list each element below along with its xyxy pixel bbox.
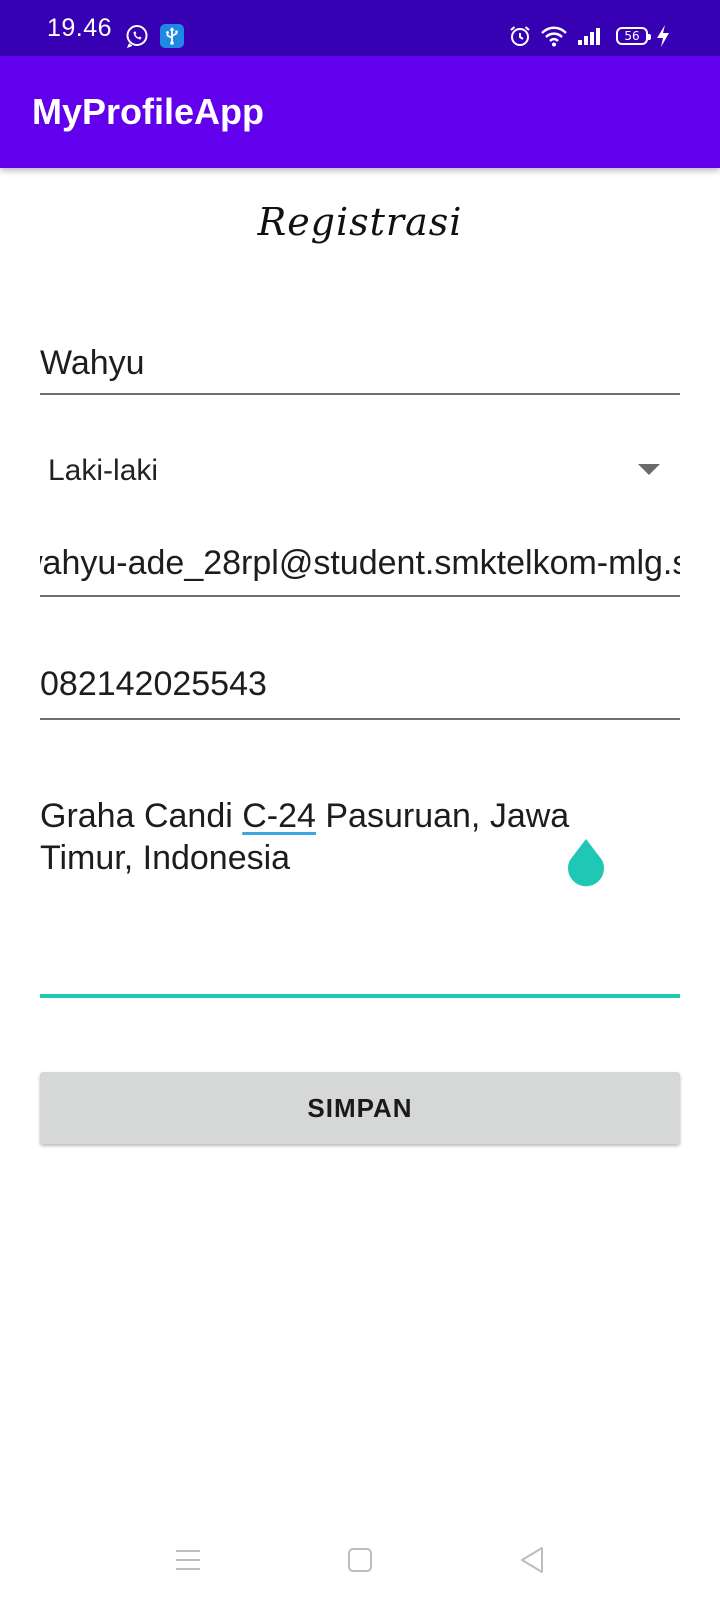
whatsapp-icon — [125, 24, 149, 48]
save-button[interactable]: SIMPAN — [40, 1072, 680, 1144]
app-bar: MyProfileApp — [0, 56, 720, 168]
phone-field-underline — [40, 718, 680, 720]
screen: 19.46 56 MyProfileApp Registrasi Wahyu L… — [0, 0, 720, 1600]
navigation-bar — [0, 1520, 720, 1600]
usb-icon — [160, 24, 184, 48]
battery-cap — [648, 34, 651, 40]
email-field-underline — [40, 595, 680, 597]
menu-icon[interactable] — [168, 1542, 208, 1578]
signal-icon — [576, 25, 602, 47]
phone-field-value: 082142025543 — [40, 665, 267, 703]
spellcheck-word: C-24 — [242, 797, 316, 835]
address-field-underline — [40, 994, 680, 998]
status-bar: 19.46 56 — [0, 0, 720, 56]
phone-field[interactable]: 082142025543 — [40, 664, 680, 722]
battery-level: 56 — [624, 29, 640, 43]
address-text-part-1: Graha Candi — [40, 797, 243, 835]
system-icons: 56 — [508, 23, 670, 49]
app-title: MyProfileApp — [32, 91, 265, 132]
gender-selected-value: Laki-laki — [48, 454, 159, 487]
alarm-icon — [508, 24, 532, 48]
text-cursor-handle-icon[interactable] — [566, 838, 606, 890]
name-field-underline — [40, 393, 680, 395]
dropdown-arrow-icon — [638, 464, 660, 475]
home-icon[interactable] — [340, 1542, 380, 1578]
form-title: Registrasi — [257, 200, 463, 244]
address-field-value: Graha Candi C-24 Pasuruan, Jawa Timur, I… — [40, 795, 600, 879]
name-field[interactable]: Wahyu — [40, 343, 680, 397]
email-field-value: wahyu-ade_28rpl@student.smktelkom-mlg.sc… — [40, 544, 680, 582]
address-field[interactable]: Graha Candi C-24 Pasuruan, Jawa Timur, I… — [40, 795, 680, 999]
name-field-value: Wahyu — [40, 344, 145, 382]
wifi-icon — [540, 24, 568, 48]
email-field[interactable]: wahyu-ade_28rpl@student.smktelkom-mlg.sc… — [40, 543, 680, 599]
gender-spinner[interactable]: Laki-laki — [40, 446, 680, 498]
battery-icon: 56 — [616, 27, 651, 45]
charging-icon — [656, 24, 670, 48]
notification-icons — [125, 23, 184, 49]
status-time: 19.46 — [47, 14, 113, 42]
back-icon[interactable] — [512, 1542, 552, 1578]
